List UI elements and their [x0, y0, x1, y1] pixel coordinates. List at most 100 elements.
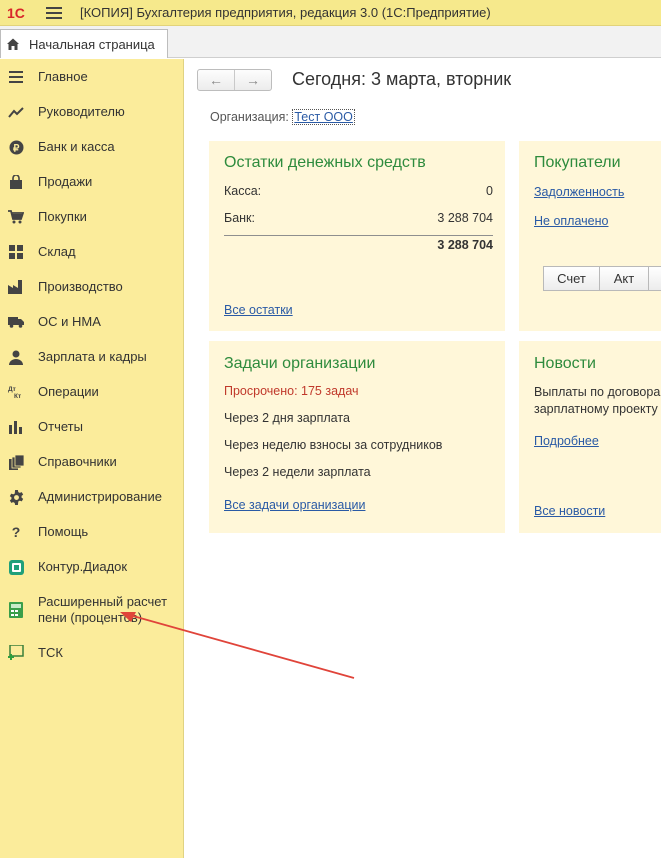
sidebar-item-main[interactable]: Главное [0, 69, 183, 87]
all-news-link[interactable]: Все новости [534, 504, 605, 518]
history-nav: ← → [197, 69, 272, 91]
buyers-panel: Покупатели Задолженность Не оплачено Сче… [519, 141, 661, 331]
tab-home-page-label: Начальная страница [29, 36, 155, 52]
sidebar-item-label: Отчеты [38, 419, 83, 434]
unpaid-link[interactable]: Не оплачено [534, 214, 608, 228]
task-item[interactable]: Через 2 дня зарплата [224, 411, 350, 425]
sidebar-item-label: Справочники [38, 454, 117, 469]
sidebar-item-warehouse[interactable]: Склад [0, 244, 183, 262]
sidebar-item-label: Банк и касса [38, 139, 115, 154]
sidebar-item-administration[interactable]: Администрирование [0, 489, 183, 507]
overdue-tasks[interactable]: Просрочено: 175 задач [224, 384, 359, 398]
svg-text:Дт: Дт [8, 386, 16, 393]
sidebar-item-label: Зарплата и кадры [38, 349, 147, 364]
bank-row-value: 3 288 704 [437, 211, 493, 225]
task-item[interactable]: Через неделю взносы за сотрудников [224, 438, 442, 452]
sidebar-item-penalty-calc[interactable]: Расширенный расчет пени (процентов) [0, 594, 183, 628]
sidebar-item-label: ОС и НМА [38, 314, 101, 329]
warehouse-grid-icon [8, 244, 24, 260]
title-bar: 1С [КОПИЯ] Бухгалтерия предприятия, реда… [0, 0, 661, 26]
sidebar-item-label-line1: Расширенный расчет [38, 594, 168, 609]
sidebar-item-tsk[interactable]: ТСК [0, 645, 183, 663]
sidebar-item-reports[interactable]: Отчеты [0, 419, 183, 437]
task-item[interactable]: Через 2 недели зарплата [224, 465, 371, 479]
bar-chart-icon [8, 419, 24, 435]
sidebar-item-help[interactable]: ? Помощь [0, 524, 183, 542]
hamburger-icon [8, 69, 24, 85]
cart-icon [8, 209, 24, 225]
home-icon [5, 36, 21, 52]
sidebar-item-label: Контур.Диадок [38, 559, 128, 574]
sidebar-item-purchases[interactable]: Покупки [0, 209, 183, 227]
sidebar-item-salary[interactable]: Зарплата и кадры [0, 349, 183, 367]
shopping-bag-icon [8, 174, 24, 190]
sidebar-item-label: Склад [38, 244, 76, 259]
sidebar-item-label: Продажи [38, 174, 93, 189]
main-menu-icon[interactable] [46, 6, 62, 19]
sidebar-item-label: ТСК [38, 645, 63, 660]
tsk-icon [8, 645, 24, 661]
more-button[interactable] [648, 266, 661, 291]
total-divider [224, 235, 493, 236]
tasks-panel: Задачи организации Просрочено: 175 задач… [209, 341, 505, 533]
sidebar-item-bank[interactable]: ₽ Банк и касса [0, 139, 183, 157]
sidebar-item-label: Операции [38, 384, 99, 399]
cash-row-value: 0 [486, 184, 493, 198]
question-icon: ? [11, 524, 21, 540]
ruble-icon: ₽ [8, 139, 24, 155]
cash-balance-panel: Остатки денежных средств Касса: 0 Банк: … [209, 141, 505, 331]
sidebar-item-label: Администрирование [38, 489, 162, 504]
buyers-panel-title: Покупатели [534, 154, 621, 171]
gear-icon [8, 489, 24, 505]
debt-link[interactable]: Задолженность [534, 185, 624, 199]
all-tasks-link[interactable]: Все задачи организации [224, 498, 365, 512]
factory-icon [8, 279, 24, 295]
svg-text:1С: 1С [7, 5, 25, 21]
svg-text:Кт: Кт [14, 393, 21, 399]
diadoc-icon [8, 559, 24, 575]
organization-row: Организация: Тест ООО [210, 109, 355, 125]
back-arrow-icon[interactable]: ← [198, 70, 235, 90]
window-title: [КОПИЯ] Бухгалтерия предприятия, редакци… [80, 5, 491, 20]
news-more-link[interactable]: Подробнее [534, 434, 599, 448]
news-panel: Новости Выплаты по договора зарплатному … [519, 341, 661, 533]
books-icon [8, 454, 24, 470]
dt-kt-icon: Дт Кт [8, 384, 24, 400]
tab-bar: Начальная страница [0, 26, 661, 58]
tab-home-page[interactable]: Начальная страница [0, 29, 168, 58]
main-content: ← → Сегодня: 3 марта, вторник Организаци… [185, 59, 661, 858]
sidebar-item-label: Руководителю [38, 104, 125, 119]
sidebar-item-kontur-diadoc[interactable]: Контур.Диадок [0, 559, 183, 577]
total-value: 3 288 704 [437, 238, 493, 252]
cash-panel-title: Остатки денежных средств [224, 154, 426, 171]
sidebar-item-label: Главное [38, 69, 88, 84]
organization-label: Организация: [210, 110, 289, 124]
sidebar-item-label: Покупки [38, 209, 87, 224]
calculator-icon [8, 602, 24, 618]
truck-icon [8, 314, 24, 330]
sidebar-item-assets[interactable]: ОС и НМА [0, 314, 183, 332]
news-panel-title: Новости [534, 355, 596, 372]
sidebar-item-operations[interactable]: Дт Кт Операции [0, 384, 183, 402]
sidebar-item-label: Помощь [38, 524, 89, 539]
trend-up-icon [8, 104, 24, 120]
invoice-button[interactable]: Счет [543, 266, 600, 291]
news-text-line2: зарплатному проекту [534, 402, 658, 416]
act-button[interactable]: Акт [599, 266, 649, 291]
sidebar-item-manager[interactable]: Руководителю [0, 104, 183, 122]
sidebar-item-label-line2: пени (процентов) [38, 610, 143, 625]
tasks-panel-title: Задачи организации [224, 355, 376, 372]
sidebar-item-label: Производство [38, 279, 123, 294]
news-text-line1: Выплаты по договора [534, 385, 661, 399]
sidebar-item-production[interactable]: Производство [0, 279, 183, 297]
page-title: Сегодня: 3 марта, вторник [292, 69, 512, 89]
sidebar-item-directories[interactable]: Справочники [0, 454, 183, 472]
sidebar-item-sales[interactable]: Продажи [0, 174, 183, 192]
all-balances-link[interactable]: Все остатки [224, 303, 293, 317]
person-icon [8, 349, 24, 365]
forward-arrow-icon[interactable]: → [235, 70, 271, 90]
1c-logo-icon[interactable]: 1С [6, 4, 36, 22]
organization-link[interactable]: Тест ООО [292, 109, 355, 125]
sidebar: Главное Руководителю ₽ Банк и касса Прод… [0, 59, 184, 858]
svg-text:₽: ₽ [13, 143, 20, 154]
